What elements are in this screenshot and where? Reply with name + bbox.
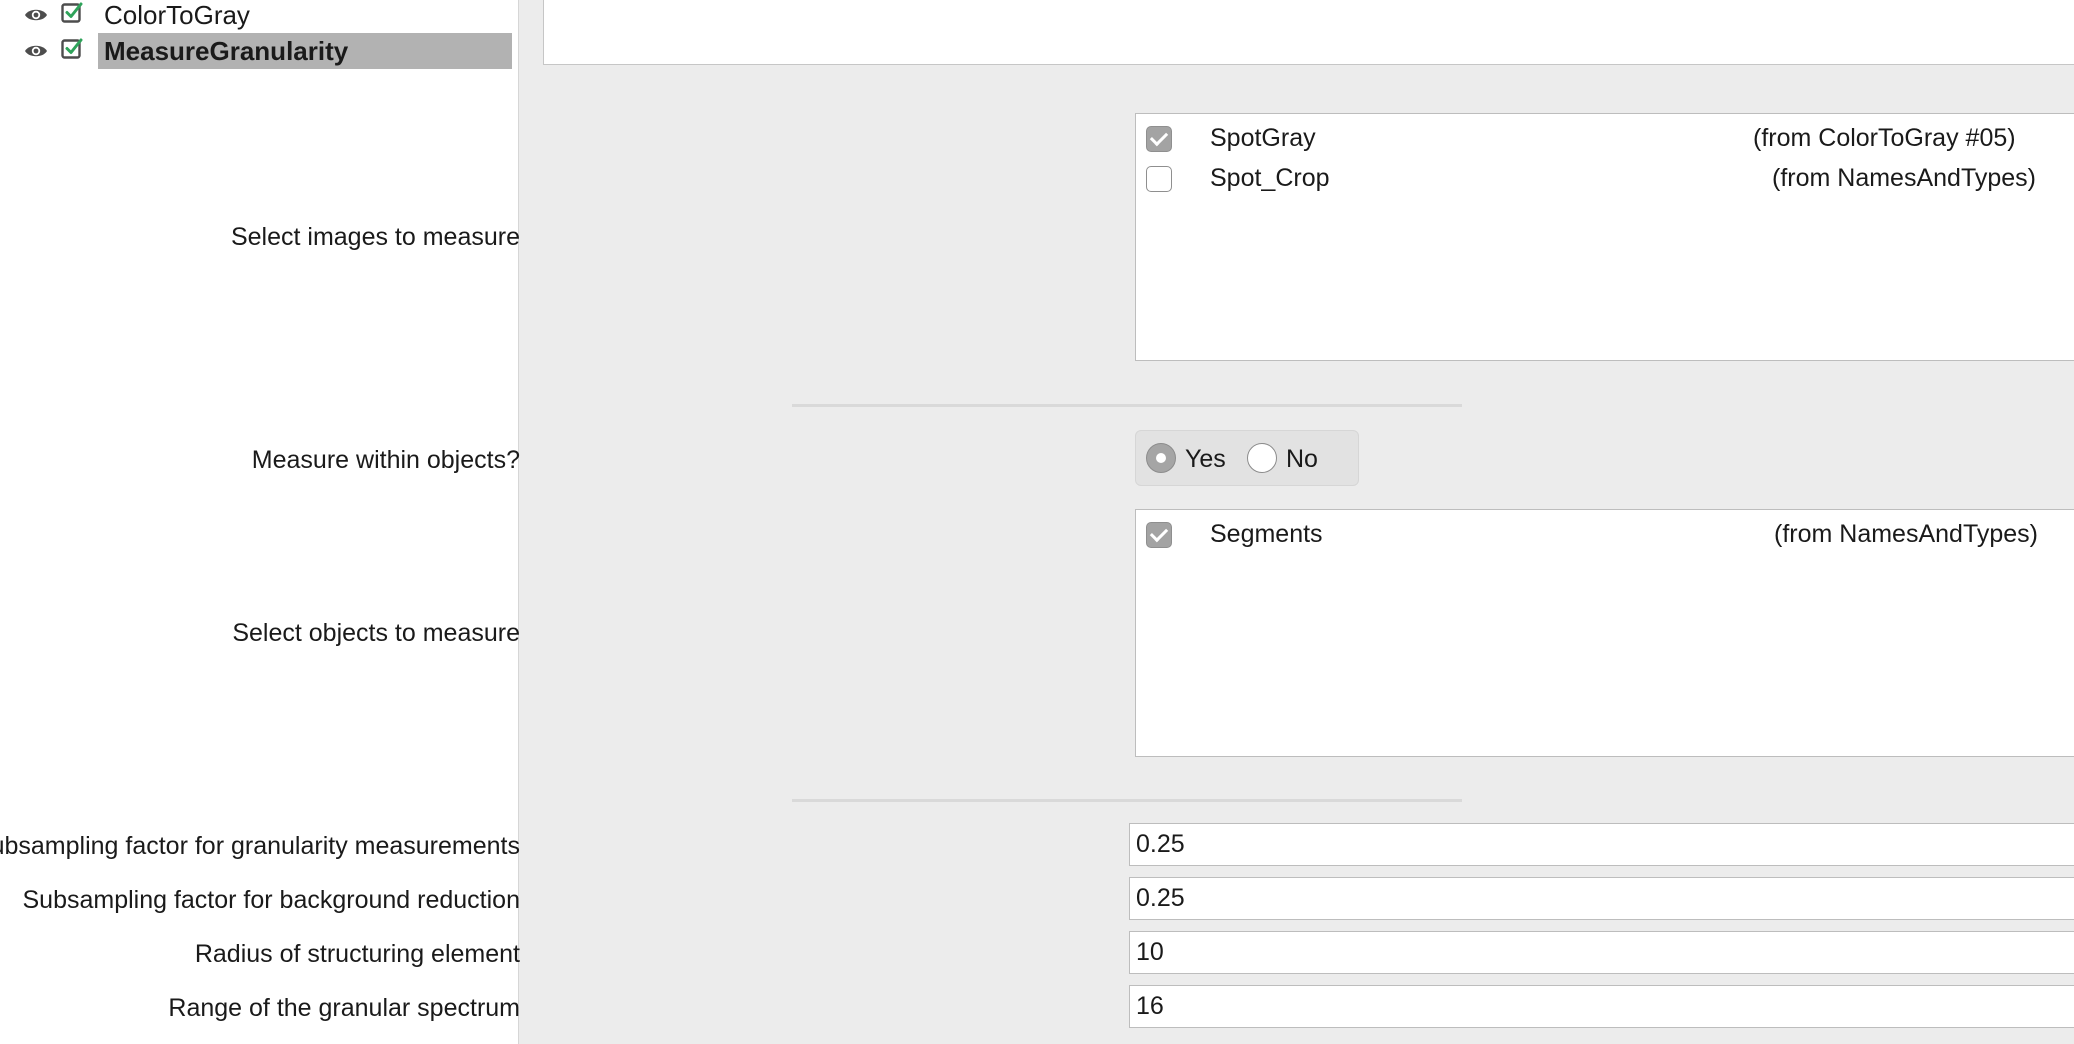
module-name-selected[interactable]: MeasureGranularity (98, 33, 512, 69)
module-notes-box[interactable] (543, 0, 2074, 65)
radius-input[interactable] (1129, 931, 2074, 974)
radio-no[interactable] (1247, 443, 1277, 473)
background-subsampling-label: Subsampling factor for background reduct… (22, 886, 520, 914)
granularity-subsampling-label: Subsampling factor for granularity measu… (0, 832, 520, 860)
objects-label: Select objects to measure (232, 619, 520, 647)
divider (792, 404, 1462, 407)
image-name: SpotGray (1210, 124, 1316, 152)
image-source: (from NamesAndTypes) (1772, 164, 2036, 192)
settings-panel: Select images to measure SpotGray (from … (0, 0, 2074, 1044)
module-enabled-check-icon[interactable] (60, 1, 84, 25)
eye-icon[interactable] (24, 43, 48, 59)
module-enabled-check-icon[interactable] (60, 37, 84, 61)
module-row-colortogray[interactable]: ColorToGray (0, 0, 518, 33)
checkbox[interactable] (1146, 126, 1172, 152)
granularity-subsampling-input[interactable] (1129, 823, 2074, 866)
eye-icon[interactable] (24, 7, 48, 23)
within-objects-radio-group[interactable]: Yes No (1135, 430, 1359, 486)
within-objects-label: Measure within objects? (251, 446, 520, 474)
image-source: (from ColorToGray #05) (1753, 124, 2016, 152)
image-name: Spot_Crop (1210, 164, 1330, 192)
object-name: Segments (1210, 520, 1323, 548)
module-name[interactable]: ColorToGray (98, 0, 250, 33)
module-row-measuregranularity[interactable]: MeasureGranularity (0, 33, 518, 69)
radio-yes-label[interactable]: Yes (1185, 431, 1226, 487)
image-item-spotgray[interactable]: SpotGray (from ColorToGray #05) (1136, 118, 2074, 158)
background-subsampling-input[interactable] (1129, 877, 2074, 920)
radius-label: Radius of structuring element (194, 940, 520, 968)
spectrum-range-input[interactable] (1129, 985, 2074, 1028)
checkbox[interactable] (1146, 522, 1172, 548)
divider (792, 799, 1462, 802)
checkbox[interactable] (1146, 166, 1172, 192)
spectrum-range-label: Range of the granular spectrum (168, 994, 520, 1022)
images-label: Select images to measure (230, 223, 520, 251)
objects-listbox[interactable]: Segments (from NamesAndTypes) (1135, 509, 2074, 757)
images-listbox[interactable]: SpotGray (from ColorToGray #05) Spot_Cro… (1135, 113, 2074, 361)
object-source: (from NamesAndTypes) (1774, 520, 2038, 548)
object-item-segments[interactable]: Segments (from NamesAndTypes) (1136, 514, 2074, 554)
radio-no-label[interactable]: No (1286, 431, 1318, 487)
image-item-spot-crop[interactable]: Spot_Crop (from NamesAndTypes) (1136, 158, 2074, 198)
radio-yes[interactable] (1146, 443, 1176, 473)
